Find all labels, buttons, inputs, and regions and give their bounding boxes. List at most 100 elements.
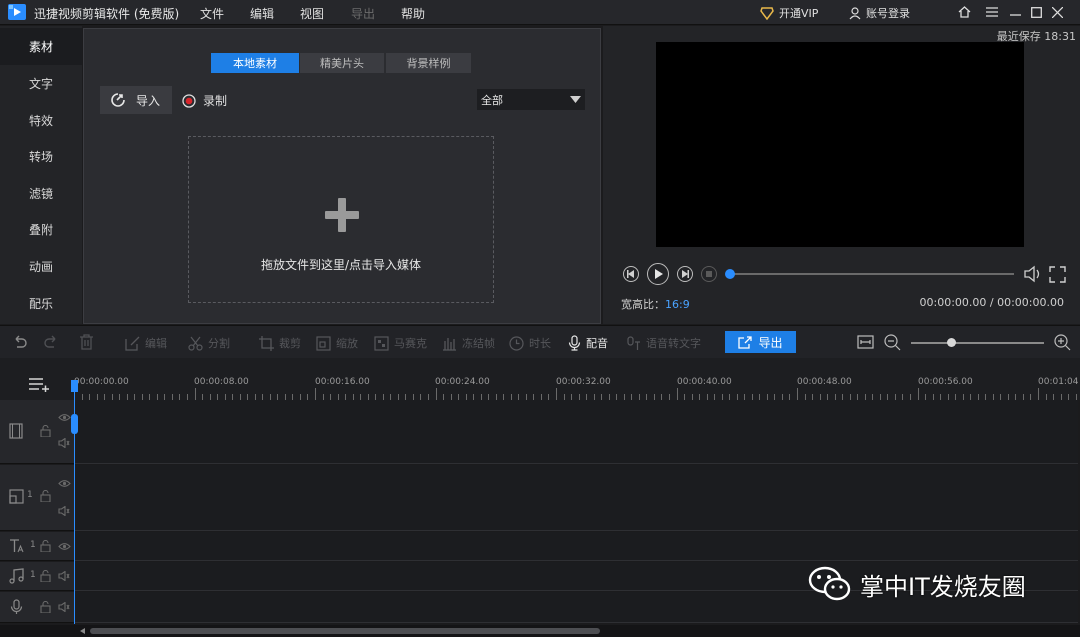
playhead-marker[interactable]: [71, 380, 78, 392]
menu-edit[interactable]: 编辑: [250, 5, 274, 22]
sidebar-item-effects[interactable]: 特效: [0, 102, 82, 139]
timeline-scrollbar[interactable]: [0, 625, 1080, 637]
drop-zone[interactable]: 拖放文件到这里/点击导入媒体: [188, 136, 494, 303]
sidebar-item-transitions[interactable]: 转场: [0, 138, 82, 175]
timeline-ruler[interactable]: 00:00:00.00 00:00:08.00 00:00:16.00 00:0…: [0, 358, 1080, 400]
music-note-icon: [9, 568, 24, 584]
app-logo-icon: [8, 4, 26, 20]
film-icon: [9, 423, 23, 439]
playhead-grip[interactable]: [71, 414, 78, 434]
menu-file[interactable]: 文件: [200, 5, 224, 22]
lock-icon[interactable]: [40, 601, 51, 613]
stop-button[interactable]: [701, 266, 717, 282]
speaker-icon[interactable]: [58, 506, 70, 516]
sidebar-item-music[interactable]: 配乐: [0, 285, 82, 322]
aspect-ratio[interactable]: 宽高比：16:9: [621, 296, 690, 312]
fullscreen-icon[interactable]: [1049, 266, 1066, 283]
dubbing-tool[interactable]: 配音: [568, 335, 608, 351]
redo-icon[interactable]: [43, 334, 59, 350]
minimize-icon: [1009, 14, 1021, 16]
tick-label: 00:00:24.00: [435, 377, 490, 387]
freeze-frame-tool[interactable]: 冻结帧: [442, 335, 495, 351]
edit-tool[interactable]: 编辑: [125, 335, 167, 351]
import-button[interactable]: 导入: [100, 86, 172, 114]
speech-to-text-tool[interactable]: 语音转文字: [626, 335, 701, 351]
drop-hint: 拖放文件到这里/点击导入媒体: [260, 258, 422, 272]
login-button[interactable]: 账号登录: [849, 5, 910, 21]
speaker-icon[interactable]: [58, 602, 70, 612]
vip-button[interactable]: 开通VIP: [760, 5, 818, 21]
mosaic-label: 马赛克: [394, 337, 427, 350]
home-button[interactable]: [953, 2, 975, 22]
eye-icon[interactable]: [58, 542, 71, 551]
tab-backgrounds[interactable]: 背景样例: [386, 53, 471, 73]
delete-icon[interactable]: [79, 334, 94, 350]
crop-label: 裁剪: [279, 337, 301, 350]
sidebar-item-animation[interactable]: 动画: [0, 248, 82, 285]
fit-timeline-icon[interactable]: [857, 334, 874, 350]
media-panel: 本地素材 精美片头 背景样例 导入 录制 全部 拖放文件到这里/点击导入媒体: [83, 28, 601, 324]
filter-value: 全部: [481, 93, 503, 107]
sidebar-item-text[interactable]: 文字: [0, 65, 82, 102]
zoom-out-icon[interactable]: [884, 334, 901, 351]
record-button[interactable]: 录制: [182, 92, 227, 109]
speaker-icon[interactable]: [58, 571, 70, 581]
zoom-tool[interactable]: 缩放: [316, 335, 358, 351]
menu-view[interactable]: 视图: [300, 5, 324, 22]
mosaic-tool[interactable]: 马赛克: [374, 335, 427, 351]
zoom-slider[interactable]: [911, 338, 1044, 347]
menu-export[interactable]: 导出: [351, 5, 375, 22]
hamburger-icon: [986, 7, 998, 17]
lock-icon[interactable]: [40, 425, 51, 437]
eye-icon[interactable]: [58, 479, 71, 488]
tick-label: 00:00:16.00: [315, 377, 370, 387]
lock-icon[interactable]: [40, 540, 51, 552]
split-tool[interactable]: 分割: [188, 335, 230, 351]
next-frame-button[interactable]: [677, 266, 693, 282]
vip-label: 开通VIP: [779, 7, 819, 20]
zoom-slider-handle[interactable]: [946, 338, 956, 347]
zoom-in-icon[interactable]: [1054, 334, 1071, 351]
scroll-left-icon[interactable]: [80, 628, 85, 634]
close-button[interactable]: [1046, 2, 1068, 22]
export-label: 导出: [758, 335, 783, 350]
undo-icon[interactable]: [12, 334, 28, 350]
add-track-icon[interactable]: [29, 377, 49, 392]
play-icon: [655, 269, 663, 279]
tab-intros[interactable]: 精美片头: [300, 53, 384, 73]
playhead[interactable]: [71, 380, 78, 624]
maximize-button[interactable]: [1025, 2, 1047, 22]
freeze-icon: [443, 337, 456, 351]
seek-handle[interactable]: [725, 269, 735, 279]
crop-tool[interactable]: 裁剪: [259, 335, 301, 351]
sidebar-item-overlay[interactable]: 叠附: [0, 211, 82, 248]
dubbing-label: 配音: [586, 337, 608, 350]
home-icon: [958, 6, 970, 18]
split-label: 分割: [208, 337, 230, 350]
seek-bar[interactable]: [725, 269, 1014, 279]
menu-button[interactable]: [981, 2, 1003, 22]
menu-help[interactable]: 帮助: [401, 5, 425, 22]
sidebar-item-material[interactable]: 素材: [0, 28, 82, 65]
tick-label: 00:01:04: [1038, 377, 1079, 387]
tick-label: 00:00:40.00: [677, 377, 732, 387]
zoom-label: 缩放: [336, 337, 358, 350]
eye-icon[interactable]: [58, 413, 71, 422]
prev-frame-button[interactable]: [623, 266, 639, 282]
lock-icon[interactable]: [40, 570, 51, 582]
overlay-track[interactable]: [75, 465, 1078, 531]
text-track[interactable]: [75, 532, 1078, 561]
export-button[interactable]: 导出: [725, 331, 796, 353]
export-icon: [738, 335, 753, 349]
lock-icon[interactable]: [40, 490, 51, 502]
media-filter-select[interactable]: 全部: [477, 89, 585, 110]
volume-icon[interactable]: [1024, 265, 1044, 283]
play-button[interactable]: [647, 263, 669, 285]
speaker-icon[interactable]: [58, 438, 70, 448]
minimize-button[interactable]: [1004, 2, 1026, 22]
tab-local-media[interactable]: 本地素材: [211, 53, 299, 73]
scrollbar-thumb[interactable]: [90, 628, 600, 634]
duration-tool[interactable]: 时长: [509, 335, 551, 351]
video-track[interactable]: [75, 400, 1078, 464]
sidebar-item-filters[interactable]: 滤镜: [0, 175, 82, 212]
